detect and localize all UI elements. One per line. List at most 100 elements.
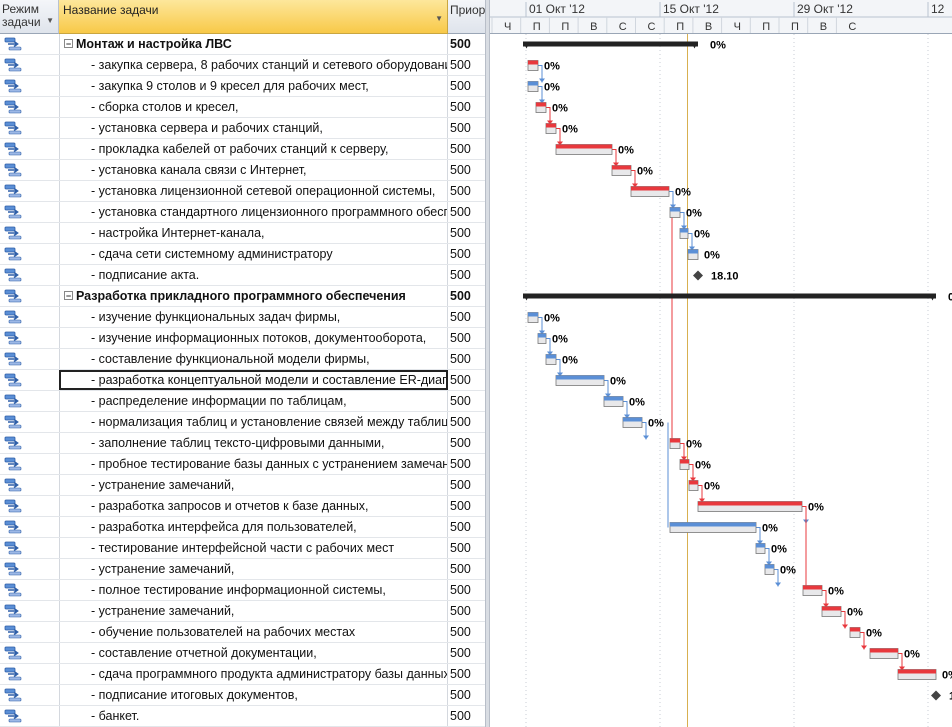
- task-mode-cell[interactable]: [0, 454, 60, 474]
- task-name-cell[interactable]: - настройка Интернет-канала,: [59, 223, 448, 243]
- task-row[interactable]: - сборка столов и кресел, 500: [0, 97, 485, 118]
- task-name-cell[interactable]: - составление отчетной документации,: [59, 643, 448, 663]
- priority-cell[interactable]: 500: [448, 622, 485, 642]
- task-mode-cell[interactable]: [0, 286, 60, 306]
- task-mode-cell[interactable]: [0, 181, 60, 201]
- summary-bar[interactable]: [523, 41, 698, 47]
- priority-cell[interactable]: 500: [448, 118, 485, 138]
- task-row[interactable]: - разработка концептуальной модели и сос…: [0, 370, 485, 391]
- task-name-cell[interactable]: - изучение информационных потоков, докум…: [59, 328, 448, 348]
- task-row[interactable]: - пробное тестирование базы данных с уст…: [0, 454, 485, 475]
- task-name-cell[interactable]: - устранение замечаний,: [59, 475, 448, 495]
- task-mode-cell[interactable]: [0, 34, 60, 54]
- task-name-cell[interactable]: - тестирование интерфейсной части с рабо…: [59, 538, 448, 558]
- task-name-cell[interactable]: - устранение замечаний,: [59, 559, 448, 579]
- priority-cell[interactable]: 500: [448, 433, 485, 453]
- priority-cell[interactable]: 500: [448, 601, 485, 621]
- task-row[interactable]: - сдача программного продукта администра…: [0, 664, 485, 685]
- task-mode-cell[interactable]: [0, 580, 60, 600]
- priority-cell[interactable]: 500: [448, 475, 485, 495]
- task-mode-cell[interactable]: [0, 370, 60, 390]
- task-mode-cell[interactable]: [0, 664, 60, 684]
- task-row[interactable]: - составление функциональной модели фирм…: [0, 349, 485, 370]
- priority-cell[interactable]: 500: [448, 706, 485, 726]
- task-name-cell[interactable]: - подписание акта.: [59, 265, 448, 285]
- task-mode-cell[interactable]: [0, 97, 60, 117]
- task-mode-cell[interactable]: [0, 76, 60, 96]
- priority-cell[interactable]: 500: [448, 664, 485, 684]
- task-mode-cell[interactable]: [0, 496, 60, 516]
- task-mode-cell[interactable]: [0, 349, 60, 369]
- priority-cell[interactable]: 500: [448, 391, 485, 411]
- priority-cell[interactable]: 500: [448, 517, 485, 537]
- task-mode-cell[interactable]: [0, 559, 60, 579]
- task-row[interactable]: - полное тестирование информационной сис…: [0, 580, 485, 601]
- task-name-cell[interactable]: - установка стандартного лицензионного п…: [59, 202, 448, 222]
- task-name-cell[interactable]: - обучение пользователей на рабочих мест…: [59, 622, 448, 642]
- task-mode-cell[interactable]: [0, 202, 60, 222]
- task-name-cell[interactable]: - закупка 9 столов и 9 кресел для рабочи…: [59, 76, 448, 96]
- task-name-cell[interactable]: - закупка сервера, 8 рабочих станций и с…: [59, 55, 448, 75]
- task-row[interactable]: - установка канала связи с Интернет, 500: [0, 160, 485, 181]
- summary-task-row[interactable]: − Разработка прикладного программного обе…: [0, 286, 485, 307]
- task-mode-cell[interactable]: [0, 265, 60, 285]
- task-mode-cell[interactable]: [0, 475, 60, 495]
- task-name-cell[interactable]: - составление функциональной модели фирм…: [59, 349, 448, 369]
- priority-cell[interactable]: 500: [448, 538, 485, 558]
- task-row[interactable]: - нормализация таблиц и установление свя…: [0, 412, 485, 433]
- task-mode-cell[interactable]: [0, 433, 60, 453]
- priority-cell[interactable]: 500: [448, 349, 485, 369]
- task-name-cell[interactable]: - установка сервера и рабочих станций,: [59, 118, 448, 138]
- task-name-cell[interactable]: - пробное тестирование базы данных с уст…: [59, 454, 448, 474]
- task-name-cell[interactable]: - подписание итоговых документов,: [59, 685, 448, 705]
- task-mode-cell[interactable]: [0, 601, 60, 621]
- priority-cell[interactable]: 500: [448, 202, 485, 222]
- milestone-diamond[interactable]: [931, 690, 941, 701]
- priority-cell[interactable]: 500: [448, 244, 485, 264]
- task-row[interactable]: - обучение пользователей на рабочих мест…: [0, 622, 485, 643]
- milestone-diamond[interactable]: [693, 270, 703, 281]
- task-row[interactable]: - установка сервера и рабочих станций, 50…: [0, 118, 485, 139]
- task-row[interactable]: - установка стандартного лицензионного п…: [0, 202, 485, 223]
- task-row[interactable]: - изучение информационных потоков, докум…: [0, 328, 485, 349]
- priority-cell[interactable]: 500: [448, 34, 485, 54]
- task-name-cell[interactable]: - банкет.: [59, 706, 448, 726]
- task-row[interactable]: - разработка интерфейса для пользователе…: [0, 517, 485, 538]
- gantt-chart[interactable]: 01 Окт '12 15 Окт '12 29 Окт '12 12 Ч П П В С С П В…: [490, 0, 952, 727]
- task-mode-cell[interactable]: [0, 118, 60, 138]
- task-row[interactable]: - подписание итоговых документов, 500: [0, 685, 485, 706]
- priority-cell[interactable]: 500: [448, 76, 485, 96]
- priority-cell[interactable]: 500: [448, 55, 485, 75]
- priority-cell[interactable]: 500: [448, 685, 485, 705]
- task-mode-cell[interactable]: [0, 538, 60, 558]
- task-row[interactable]: - составление отчетной документации, 500: [0, 643, 485, 664]
- collapse-minus-icon[interactable]: −: [64, 291, 73, 301]
- task-mode-cell[interactable]: [0, 139, 60, 159]
- priority-cell[interactable]: 500: [448, 223, 485, 243]
- task-name-cell[interactable]: - прокладка кабелей от рабочих станций к…: [59, 139, 448, 159]
- task-name-cell[interactable]: - устранение замечаний,: [59, 601, 448, 621]
- task-mode-cell[interactable]: [0, 328, 60, 348]
- task-row[interactable]: - банкет. 500: [0, 706, 485, 727]
- task-row[interactable]: - закупка 9 столов и 9 кресел для рабочи…: [0, 76, 485, 97]
- task-mode-cell[interactable]: [0, 706, 60, 726]
- task-mode-cell[interactable]: [0, 391, 60, 411]
- summary-bar[interactable]: [523, 293, 936, 299]
- priority-cell[interactable]: 500: [448, 97, 485, 117]
- task-mode-cell[interactable]: [0, 685, 60, 705]
- priority-cell[interactable]: 500: [448, 412, 485, 432]
- task-name-cell[interactable]: - сдача программного продукта администра…: [59, 664, 448, 684]
- column-header-priority[interactable]: Приор: [448, 0, 485, 34]
- task-row[interactable]: - распределение информации по таблицам, 5…: [0, 391, 485, 412]
- task-mode-cell[interactable]: [0, 223, 60, 243]
- task-mode-cell[interactable]: [0, 244, 60, 264]
- priority-cell[interactable]: 500: [448, 160, 485, 180]
- task-name-cell[interactable]: - распределение информации по таблицам,: [59, 391, 448, 411]
- task-mode-cell[interactable]: [0, 307, 60, 327]
- priority-cell[interactable]: 500: [448, 370, 485, 390]
- task-mode-cell[interactable]: [0, 412, 60, 432]
- task-name-cell[interactable]: - нормализация таблиц и установление свя…: [59, 412, 448, 432]
- task-name-cell[interactable]: - сдача сети системному администратору: [59, 244, 448, 264]
- task-mode-cell[interactable]: [0, 517, 60, 537]
- task-row[interactable]: - сдача сети системному администратору 50…: [0, 244, 485, 265]
